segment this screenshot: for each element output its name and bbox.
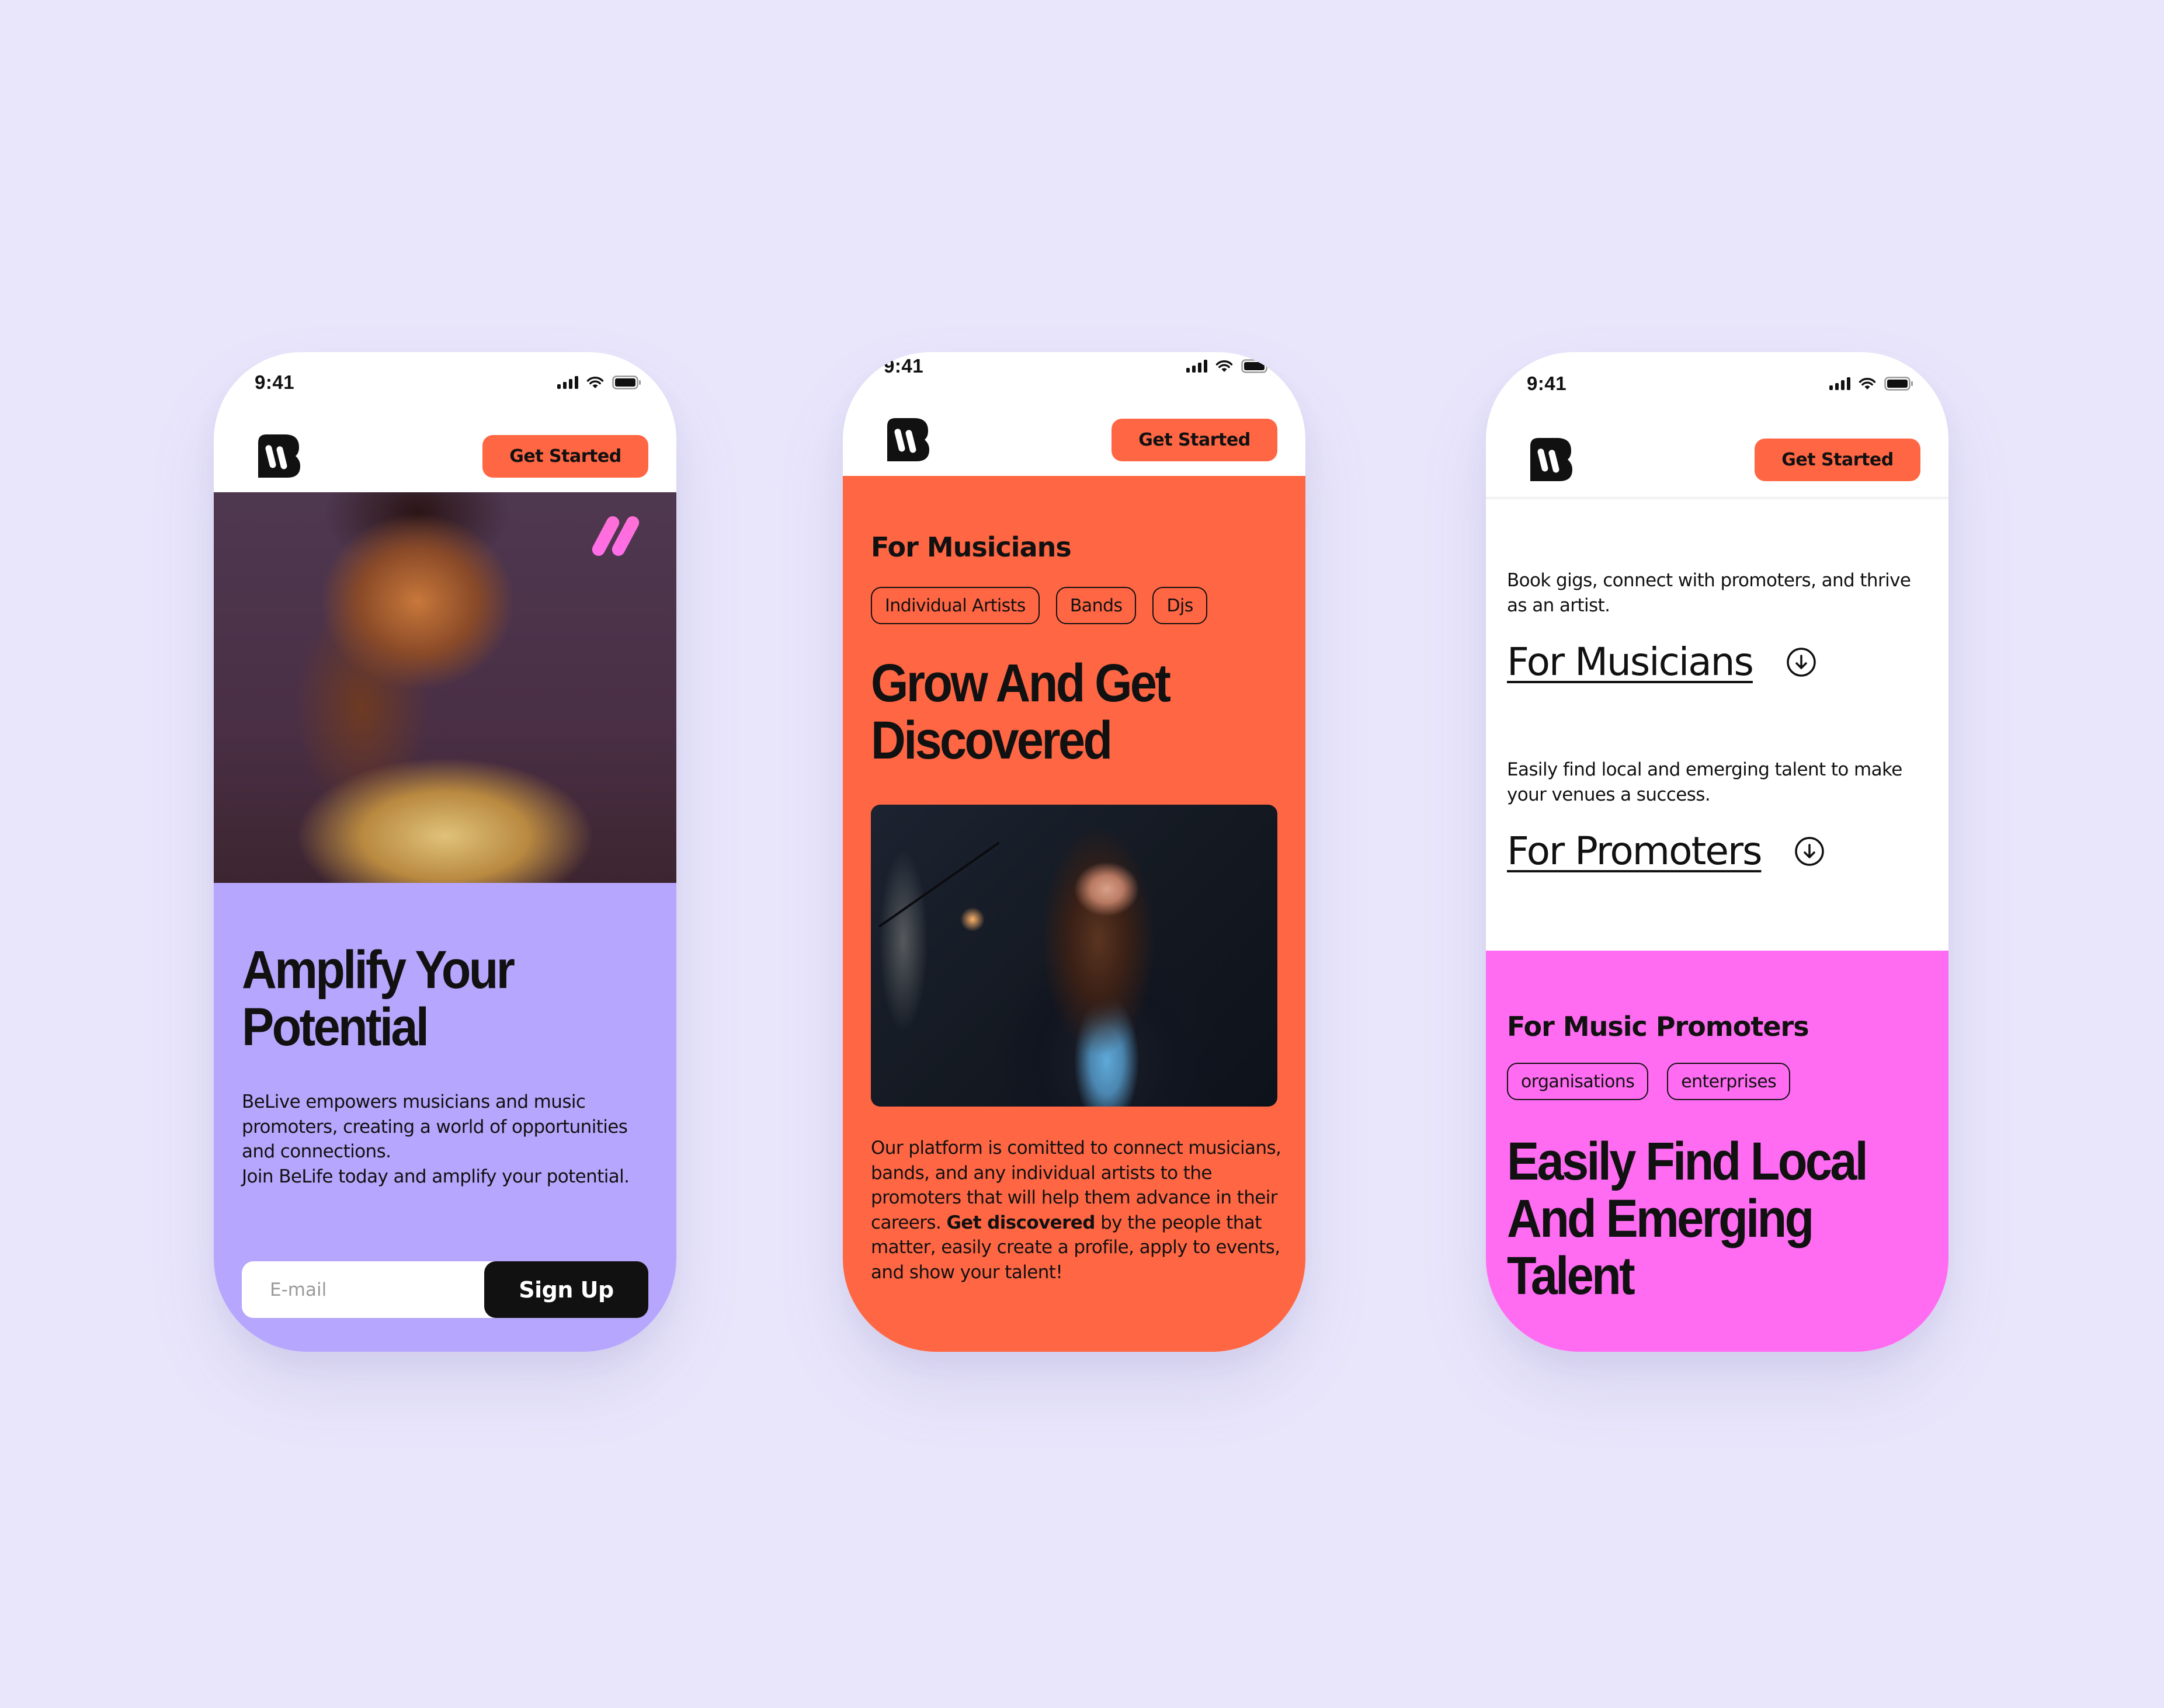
top-nav: Get Started bbox=[1486, 430, 1948, 489]
wifi-icon bbox=[1215, 360, 1233, 373]
hero-heading: Amplify Your Potential bbox=[242, 940, 515, 1057]
top-nav: Get Started bbox=[214, 427, 676, 485]
musicians-link-section: Book gigs, connect with promoters, and t… bbox=[1507, 568, 1927, 686]
pink-double-stroke-icon bbox=[589, 514, 642, 558]
belive-logo-icon[interactable] bbox=[887, 418, 930, 461]
hero-description-line: Join BeLife today and amplify your poten… bbox=[242, 1166, 630, 1187]
hero-panel: Amplify Your Potential BeLive empowers m… bbox=[214, 883, 676, 1352]
section-eyebrow: For Musicians bbox=[871, 531, 1072, 563]
status-icons bbox=[557, 375, 641, 389]
phone-mockup-audiences: 9:41 Get Started Book gigs, connect with… bbox=[1486, 352, 1948, 1352]
wifi-icon bbox=[586, 376, 604, 389]
musicians-heading: Grow And Get Discovered bbox=[871, 653, 1171, 770]
phone-mockup-for-musicians: 9:41 Get Started For Musicians Individua… bbox=[843, 352, 1305, 1352]
status-bar: 9:41 bbox=[214, 365, 676, 400]
signal-icon bbox=[1186, 360, 1207, 373]
status-bar: 9:41 bbox=[1486, 366, 1948, 401]
category-tags: Individual Artists Bands Djs bbox=[871, 587, 1277, 624]
musicians-panel: For Musicians Individual Artists Bands D… bbox=[843, 476, 1305, 1352]
for-musicians-link[interactable]: For Musicians bbox=[1507, 639, 1754, 686]
promoters-heading: Easily Find Local And Emerging Talent bbox=[1507, 1132, 1868, 1306]
get-started-button[interactable]: Get Started bbox=[1755, 438, 1920, 481]
belive-logo-icon[interactable] bbox=[1530, 438, 1573, 481]
status-icons bbox=[1829, 377, 1913, 391]
portrait-photo bbox=[214, 492, 676, 883]
musicians-link-row: For Musicians bbox=[1507, 639, 1927, 686]
signal-icon bbox=[1829, 377, 1850, 390]
promoters-link-section: Easily find local and emerging talent to… bbox=[1507, 757, 1927, 875]
status-time: 9:41 bbox=[255, 371, 295, 393]
tag-individual-artists[interactable]: Individual Artists bbox=[871, 587, 1040, 624]
tag-organisations[interactable]: organisations bbox=[1507, 1063, 1649, 1100]
sign-up-button[interactable]: Sign Up bbox=[484, 1261, 648, 1318]
signup-form: Sign Up bbox=[242, 1261, 648, 1318]
musicians-description: Our platform is comitted to connect musi… bbox=[871, 1136, 1284, 1285]
status-time: 9:41 bbox=[884, 355, 924, 377]
category-tags: organisations enterprises bbox=[1507, 1063, 1927, 1100]
arrow-down-circle-icon[interactable] bbox=[1794, 836, 1825, 867]
tag-djs[interactable]: Djs bbox=[1152, 587, 1207, 624]
musicians-summary: Book gigs, connect with promoters, and t… bbox=[1507, 570, 1911, 616]
battery-icon bbox=[612, 375, 641, 389]
promoters-link-row: For Promoters bbox=[1507, 828, 1927, 875]
description-emphasis: Get discovered bbox=[946, 1212, 1095, 1233]
email-input[interactable] bbox=[242, 1261, 498, 1318]
tag-enterprises[interactable]: enterprises bbox=[1667, 1063, 1791, 1100]
for-promoters-link[interactable]: For Promoters bbox=[1507, 828, 1762, 875]
top-nav: Get Started bbox=[843, 411, 1305, 469]
get-started-button[interactable]: Get Started bbox=[1111, 418, 1277, 461]
status-time: 9:41 bbox=[1527, 373, 1567, 394]
battery-icon bbox=[1241, 359, 1270, 373]
tag-bands[interactable]: Bands bbox=[1055, 587, 1137, 624]
phone-mockup-home: 9:41 Get Started Amplify Your Potential … bbox=[214, 352, 676, 1352]
status-bar: 9:41 bbox=[843, 352, 1305, 384]
wifi-icon bbox=[1859, 377, 1876, 390]
singer-on-stage-photo bbox=[871, 805, 1277, 1107]
hero-description-line: BeLive empowers musicians and music prom… bbox=[242, 1091, 628, 1162]
mic-stand-shape bbox=[878, 841, 1000, 928]
section-eyebrow: For Music Promoters bbox=[1507, 1011, 1809, 1042]
arrow-down-circle-icon[interactable] bbox=[1786, 646, 1817, 678]
signal-icon bbox=[557, 376, 578, 389]
battery-icon bbox=[1884, 377, 1913, 391]
status-icons bbox=[1186, 359, 1270, 373]
promoters-summary: Easily find local and emerging talent to… bbox=[1507, 759, 1902, 805]
nav-divider bbox=[1486, 497, 1948, 500]
promoters-panel: For Music Promoters organisations enterp… bbox=[1486, 951, 1948, 1352]
hero-description: BeLive empowers musicians and music prom… bbox=[242, 1090, 645, 1189]
get-started-button[interactable]: Get Started bbox=[482, 434, 648, 478]
belive-logo-icon[interactable] bbox=[258, 434, 301, 478]
